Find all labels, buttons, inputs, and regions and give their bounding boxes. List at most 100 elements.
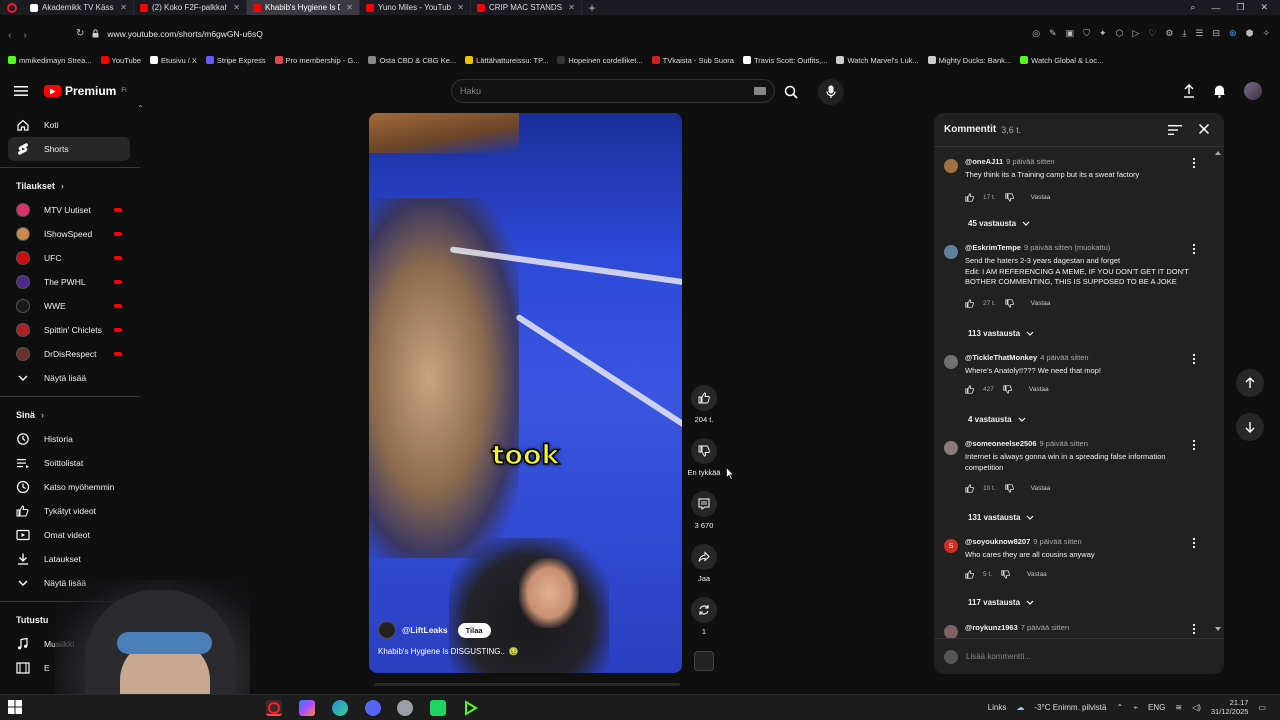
comment-reply-button[interactable]: Vastaa xyxy=(1029,386,1049,393)
browser-tab[interactable]: Yuno Miles - YouTube ✕ xyxy=(360,0,471,15)
opera-icon[interactable] xyxy=(0,0,24,15)
share-button[interactable] xyxy=(691,544,717,570)
edge-taskbar-icon[interactable] xyxy=(332,700,348,716)
close-tab-icon[interactable]: ✕ xyxy=(120,3,127,12)
comments-button[interactable] xyxy=(691,491,717,517)
ai-icon[interactable]: ✧ xyxy=(1262,28,1270,39)
bookmark-item[interactable]: Pro membership - G... xyxy=(274,56,359,65)
view-replies-button[interactable]: 45 vastausta xyxy=(968,219,1030,228)
sidebar-item-historia[interactable]: Historia xyxy=(0,427,140,451)
shorts-video-player[interactable]: took @LiftLeaks Tilaa Khabib's Hygiene I… xyxy=(369,113,682,673)
extension-icon[interactable]: ✦ xyxy=(1099,28,1107,39)
wifi-icon[interactable]: ≋ xyxy=(1175,703,1182,712)
comment-like-icon[interactable] xyxy=(965,484,974,493)
wallet-icon[interactable]: ⊟ xyxy=(1213,28,1221,39)
close-tab-icon[interactable]: ✕ xyxy=(457,3,464,12)
show-more-subscriptions[interactable]: Näytä lisää xyxy=(0,366,140,390)
comment-avatar[interactable] xyxy=(944,441,958,455)
comment-author[interactable]: @soyouknow8207 xyxy=(965,537,1030,546)
lock-icon[interactable] xyxy=(92,29,99,38)
comment-time[interactable]: 7 päivää sitten xyxy=(1021,623,1069,632)
comment-more-icon[interactable] xyxy=(1192,439,1198,451)
download-icon[interactable]: ⤓ xyxy=(1182,28,1186,39)
close-comments-icon[interactable] xyxy=(1198,123,1212,137)
reload-icon[interactable]: ↻ xyxy=(76,28,84,39)
sidebar-collapse-icon[interactable]: ⌃ xyxy=(137,104,144,113)
you-heading[interactable]: Sinä › xyxy=(0,403,140,427)
audio-source-thumbnail[interactable] xyxy=(694,651,714,671)
comment-avatar[interactable]: S xyxy=(944,539,958,553)
comment-more-icon[interactable] xyxy=(1192,623,1198,635)
comment-more-icon[interactable] xyxy=(1192,243,1198,255)
menu-icon[interactable]: ☰ xyxy=(1195,28,1203,39)
dislike-button[interactable] xyxy=(691,438,717,464)
comment-dislike-icon[interactable] xyxy=(1001,570,1011,579)
search-tabs-icon[interactable]: ⌕ xyxy=(1190,2,1195,13)
sidebar-item-soittolistat[interactable]: Soittolistat xyxy=(0,451,140,475)
comment-time[interactable]: 9 päivää sitten xyxy=(1033,537,1081,546)
camera-icon[interactable]: ◎ xyxy=(1032,28,1040,39)
copilot-taskbar-icon[interactable] xyxy=(299,700,315,716)
bookmark-item[interactable]: Travis Scott: Outfits,... xyxy=(742,56,827,65)
like-action[interactable]: 204 t. xyxy=(689,385,719,424)
hamburger-menu-icon[interactable] xyxy=(14,84,30,98)
comment-reply-button[interactable]: Vastaa xyxy=(1027,571,1047,578)
sidebar-item-omat-videot[interactable]: Omat videot xyxy=(0,523,140,547)
keyboard-icon[interactable] xyxy=(754,87,766,95)
add-comment-input[interactable]: Lisää kommentti... xyxy=(934,638,1224,674)
bookmark-item[interactable]: Etusivu / X xyxy=(150,56,197,65)
new-tab-button[interactable]: + xyxy=(582,1,602,15)
comments-scrollbar[interactable] xyxy=(1215,151,1221,631)
bookmark-item[interactable]: TVkaista - Sub Suora xyxy=(651,56,734,65)
comment-avatar[interactable] xyxy=(944,355,958,369)
opera-taskbar-icon[interactable] xyxy=(266,700,282,716)
search-input[interactable]: Haku xyxy=(451,79,775,103)
sidebar-item-drdisrespect[interactable]: DrDisRespect xyxy=(0,342,140,366)
browser-tab[interactable]: Khabib's Hygiene Is Di ✕ xyxy=(247,0,360,15)
shield-icon[interactable]: ⛉ xyxy=(1083,28,1090,39)
snapshot-icon[interactable]: ▣ xyxy=(1066,28,1075,39)
next-short-button[interactable] xyxy=(1236,413,1264,441)
edit-icon[interactable]: ✎ xyxy=(1049,28,1057,39)
comment-dislike-icon[interactable] xyxy=(1004,193,1014,202)
comment-reply-button[interactable]: Vastaa xyxy=(1031,300,1051,307)
bookmark-item[interactable]: Watch Global & Loc... xyxy=(1020,56,1103,65)
network-icon[interactable]: ⌁ xyxy=(1133,703,1138,712)
back-button[interactable]: ‹ xyxy=(8,30,11,41)
previous-short-button[interactable] xyxy=(1236,369,1264,397)
minimize-button[interactable]: — xyxy=(1211,3,1220,13)
comment-like-icon[interactable] xyxy=(965,570,974,579)
view-replies-button[interactable]: 113 vastausta xyxy=(968,329,1034,338)
comment-dislike-icon[interactable] xyxy=(1004,484,1014,493)
bookmark-item[interactable]: Hopeinen cordelliket... xyxy=(557,56,643,65)
sidebar-item-koti[interactable]: Koti xyxy=(0,113,140,137)
comment-time[interactable]: 4 päivää sitten xyxy=(1040,353,1088,362)
comment-more-icon[interactable] xyxy=(1192,353,1198,365)
heart-icon[interactable]: ♡ xyxy=(1148,28,1156,39)
close-tab-icon[interactable]: ✕ xyxy=(233,3,240,12)
app-taskbar-icon[interactable] xyxy=(397,700,413,716)
language-indicator[interactable]: ENG xyxy=(1148,703,1165,712)
notifications-bell-icon[interactable] xyxy=(1213,84,1226,98)
sidebar-item-katso-my-hemmin[interactable]: Katso myöhemmin xyxy=(0,475,140,499)
url-text[interactable]: www.youtube.com/shorts/m6gwGN-u6sQ xyxy=(107,29,262,39)
video-progress-bar[interactable] xyxy=(374,683,680,686)
bookmark-item[interactable]: Watch Marvel's Luk... xyxy=(836,56,919,65)
youtube-premium-logo[interactable]: Premium FI xyxy=(44,84,127,98)
comment-avatar[interactable] xyxy=(944,625,958,639)
volume-icon[interactable]: ◁) xyxy=(1192,703,1201,712)
comment-author[interactable]: @EskrimTempe xyxy=(965,243,1021,252)
comment-like-icon[interactable] xyxy=(965,299,974,308)
comment-time[interactable]: 9 päivää sitten (muokattu) xyxy=(1024,243,1110,252)
comment-dislike-icon[interactable] xyxy=(1004,299,1014,308)
browser-tab[interactable]: CRIP MAC STANDS ON BU ✕ xyxy=(471,0,582,15)
share-action[interactable]: Jaa xyxy=(689,544,719,583)
windows-start-icon[interactable] xyxy=(8,700,24,716)
maximize-button[interactable]: ❐ xyxy=(1236,2,1244,13)
comment-like-icon[interactable] xyxy=(965,193,974,202)
close-tab-icon[interactable]: ✕ xyxy=(568,3,575,12)
comment-time[interactable]: 9 päivää sitten xyxy=(1006,157,1054,166)
comment-author[interactable]: @roykunz1963 xyxy=(965,623,1018,632)
view-replies-button[interactable]: 117 vastausta xyxy=(968,598,1034,607)
comment-more-icon[interactable] xyxy=(1192,157,1198,169)
